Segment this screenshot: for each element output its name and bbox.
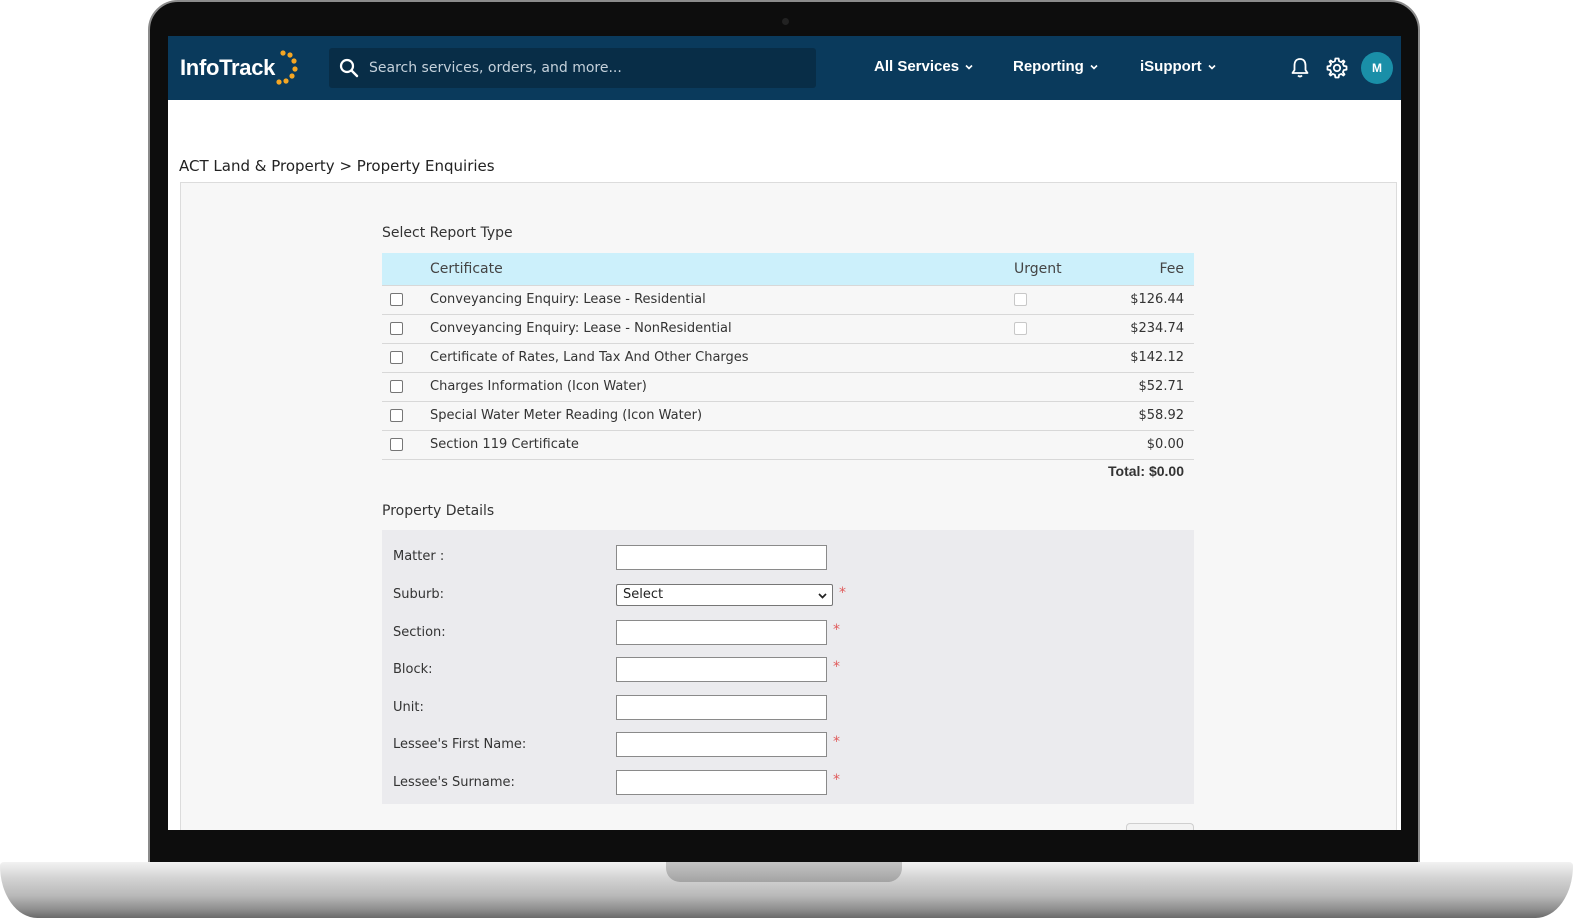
chevron-down-icon: [1208, 64, 1216, 70]
first-name-label: Lessee's First Name:: [393, 737, 527, 752]
logo-sunburst-icon: [276, 50, 298, 85]
select-checkbox[interactable]: [390, 380, 403, 393]
certificate-table: Certificate Urgent Fee Conveyancing Enqu…: [382, 253, 1194, 460]
order-total: Total: $0.00: [1108, 463, 1184, 479]
table-row: Certificate of Rates, Land Tax And Other…: [382, 342, 1194, 372]
certificate-fee: $58.92: [1110, 400, 1194, 430]
section-label: Section:: [393, 625, 446, 640]
select-checkbox[interactable]: [390, 322, 403, 335]
select-checkbox[interactable]: [390, 438, 403, 451]
webcam: [782, 18, 789, 25]
search-input[interactable]: [369, 48, 809, 88]
report-type-title: Select Report Type: [382, 225, 513, 241]
certificate-fee: $52.71: [1110, 371, 1194, 401]
screen: InfoTrack All Services: [168, 36, 1401, 830]
table-header-fee: Fee: [1110, 253, 1194, 285]
block-field[interactable]: [616, 657, 827, 682]
certificate-fee: $234.74: [1110, 313, 1194, 343]
urgent-checkbox[interactable]: [1014, 322, 1027, 335]
table-header-check: [382, 253, 430, 285]
top-navigation-bar: InfoTrack All Services: [168, 36, 1401, 100]
certificate-name: Certificate of Rates, Land Tax And Other…: [430, 342, 1014, 372]
block-label: Block:: [393, 662, 433, 677]
nav-all-services[interactable]: All Services: [874, 58, 974, 75]
required-marker: *: [833, 734, 840, 750]
property-details-title: Property Details: [382, 503, 495, 519]
surname-label: Lessee's Surname:: [393, 775, 515, 790]
property-details-form: Matter : Suburb: Select * Section: * Blo…: [382, 530, 1194, 804]
certificate-name: Conveyancing Enquiry: Lease - NonResiden…: [430, 313, 1014, 343]
nav-all-services-label: All Services: [874, 58, 960, 75]
gear-icon[interactable]: [1325, 56, 1349, 80]
certificate-fee: $0.00: [1110, 429, 1194, 460]
nav-isupport-label: iSupport: [1140, 58, 1202, 75]
required-marker: *: [833, 772, 840, 788]
chevron-down-icon: [1090, 64, 1098, 70]
certificate-name: Special Water Meter Reading (Icon Water): [430, 400, 1014, 430]
search-icon: [339, 58, 359, 78]
select-checkbox[interactable]: [390, 293, 403, 306]
table-row: Charges Information (Icon Water) $52.71: [382, 371, 1194, 401]
surname-field[interactable]: [616, 770, 827, 795]
table-row: Special Water Meter Reading (Icon Water)…: [382, 400, 1194, 430]
submit-button-partial[interactable]: [1126, 823, 1194, 830]
certificate-fee: $142.12: [1110, 342, 1194, 372]
logo-text: InfoTrack: [180, 55, 276, 80]
certificate-name: Charges Information (Icon Water): [430, 371, 1014, 401]
table-row: Conveyancing Enquiry: Lease - NonResiden…: [382, 313, 1194, 343]
table-header-urgent: Urgent: [1014, 253, 1110, 285]
matter-field[interactable]: [616, 545, 827, 570]
required-marker: *: [833, 659, 840, 675]
nav-reporting[interactable]: Reporting: [1013, 58, 1099, 75]
breadcrumb: ACT Land & Property > Property Enquiries: [179, 157, 495, 175]
unit-field[interactable]: [616, 695, 827, 720]
certificate-name: Conveyancing Enquiry: Lease - Residentia…: [430, 284, 1014, 314]
infotrack-logo[interactable]: InfoTrack: [180, 46, 299, 90]
table-header-row: Certificate Urgent Fee: [382, 253, 1194, 285]
table-row: Section 119 Certificate $0.00: [382, 429, 1194, 460]
table-row: Conveyancing Enquiry: Lease - Residentia…: [382, 284, 1194, 314]
suburb-select[interactable]: Select: [616, 584, 833, 606]
first-name-field[interactable]: [616, 732, 827, 757]
suburb-label: Suburb:: [393, 587, 444, 602]
laptop-notch: [666, 862, 902, 882]
section-field[interactable]: [616, 620, 827, 645]
required-marker: *: [833, 622, 840, 638]
certificate-name: Section 119 Certificate: [430, 429, 1014, 460]
nav-isupport[interactable]: iSupport: [1140, 58, 1217, 75]
select-checkbox[interactable]: [390, 351, 403, 364]
unit-label: Unit:: [393, 700, 424, 715]
user-avatar[interactable]: M: [1361, 52, 1393, 84]
required-marker: *: [839, 585, 846, 601]
chevron-down-icon: [818, 593, 827, 599]
nav-reporting-label: Reporting: [1013, 58, 1084, 75]
chevron-down-icon: [965, 64, 973, 70]
urgent-checkbox[interactable]: [1014, 293, 1027, 306]
certificate-fee: $126.44: [1110, 284, 1194, 314]
table-header-certificate: Certificate: [430, 253, 1014, 285]
select-checkbox[interactable]: [390, 409, 403, 422]
search-bar[interactable]: [329, 48, 816, 88]
matter-label: Matter :: [393, 549, 445, 564]
bell-icon[interactable]: [1288, 56, 1312, 80]
suburb-select-value: Select: [623, 587, 664, 602]
